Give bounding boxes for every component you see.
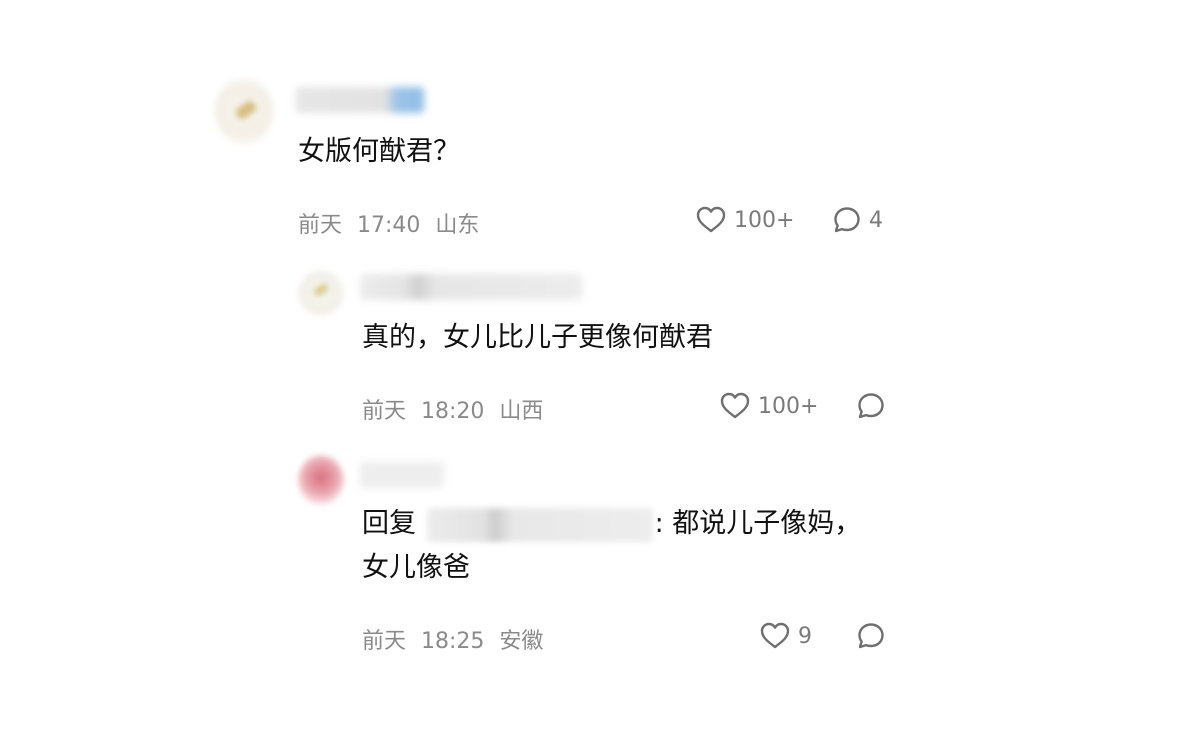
comment-time: 17:40 bbox=[357, 213, 421, 238]
comment-meta: 前天 17:40 山东 bbox=[298, 207, 479, 239]
comment-time: 18:25 bbox=[421, 629, 485, 654]
username-blurred[interactable] bbox=[360, 274, 582, 300]
avatar[interactable] bbox=[214, 76, 274, 146]
speech-bubble-icon bbox=[858, 623, 884, 649]
like-button[interactable]: 100+ bbox=[720, 392, 818, 420]
comment-meta: 前天 18:20 山西 bbox=[362, 393, 543, 425]
like-count: 100+ bbox=[758, 393, 819, 419]
username-blurred[interactable] bbox=[296, 87, 424, 113]
username-blurred[interactable] bbox=[360, 462, 444, 488]
like-count: 100+ bbox=[734, 207, 795, 233]
comment-day: 前天 bbox=[362, 399, 407, 424]
comment-text: 回复 : 都说儿子像妈， 女儿像爸 bbox=[362, 502, 902, 590]
comment-location: 山西 bbox=[499, 399, 544, 424]
speech-bubble-icon bbox=[834, 207, 860, 233]
heart-outline-icon bbox=[760, 622, 790, 649]
like-button[interactable]: 100+ bbox=[696, 206, 794, 234]
reply-button[interactable]: 4 bbox=[833, 206, 883, 234]
heart-outline-icon bbox=[720, 392, 750, 419]
like-count: 9 bbox=[798, 623, 812, 649]
reply-prefix: 回复 bbox=[362, 508, 416, 539]
reply-button[interactable] bbox=[857, 622, 885, 650]
avatar[interactable] bbox=[298, 455, 344, 505]
comment-day: 前天 bbox=[298, 213, 343, 238]
comment-time: 18:20 bbox=[421, 399, 485, 424]
comment-location: 安徽 bbox=[499, 629, 544, 654]
comment-text: 女版何猷君？ bbox=[298, 136, 460, 167]
like-button[interactable]: 9 bbox=[760, 622, 812, 650]
comment-day: 前天 bbox=[362, 629, 407, 654]
comment-location: 山东 bbox=[435, 213, 480, 238]
comment-text: 真的，女儿比儿子更像何猷君 bbox=[362, 322, 713, 353]
avatar[interactable] bbox=[298, 270, 344, 316]
reply-count: 4 bbox=[869, 207, 883, 233]
reply-button[interactable] bbox=[857, 392, 885, 420]
speech-bubble-icon bbox=[858, 393, 884, 419]
mention-blurred[interactable] bbox=[426, 507, 653, 542]
comment-text-line2: 女儿像爸 bbox=[362, 552, 470, 583]
comment-meta: 前天 18:25 安徽 bbox=[362, 623, 543, 655]
heart-outline-icon bbox=[696, 206, 726, 233]
comment-text-line1: : 都说儿子像妈， bbox=[654, 508, 862, 539]
